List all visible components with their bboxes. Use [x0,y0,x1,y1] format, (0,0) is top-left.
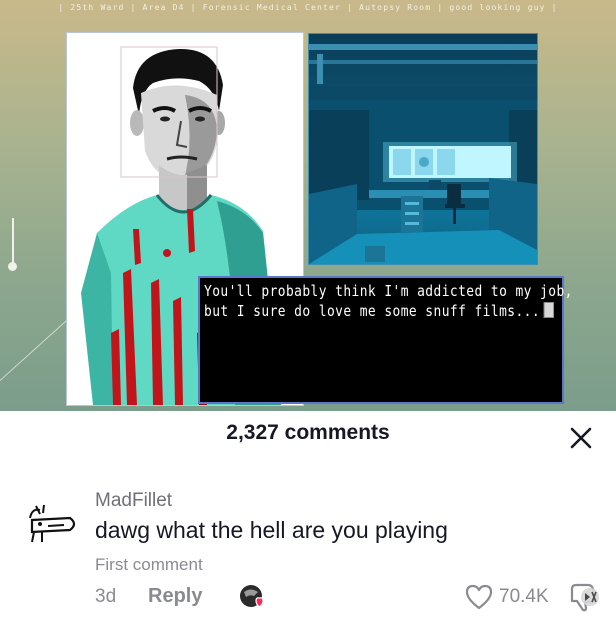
heart-outline-icon [465,584,493,610]
location-separator: | [58,3,65,12]
text-advance-cursor [543,302,554,318]
comment-text: dawg what the hell are you playing [95,517,448,543]
dialogue-text: You'll probably think I'm addicted to my… [204,281,573,321]
autopsy-room-illustration [309,44,537,264]
autopsy-room-panel [308,33,538,265]
close-icon [570,427,592,449]
comment-username[interactable]: MadFillet [95,490,172,512]
location-separator: | [437,3,444,12]
location-separator: | [551,3,558,12]
like-count: 70.4K [499,586,549,607]
location-separator: | [190,3,197,12]
creator-liked-indicator [238,583,268,611]
dislike-icon [570,583,599,612]
dialogue-line-2: but I sure do love me some snuff films..… [204,301,554,321]
decorative-line [0,319,68,381]
location-room: Autopsy Room [359,3,432,12]
dialogue-line-1: You'll probably think I'm addicted to my… [204,282,573,300]
dialogue-box[interactable]: You'll probably think I'm addicted to my… [198,276,573,404]
reply-button[interactable]: Reply [148,585,202,608]
first-comment-badge: First comment [95,555,203,574]
location-ward: 25th Ward [70,3,125,12]
location-separator: | [130,3,137,12]
game-screenshot: | 25th Ward | Area D4 | Forensic Medical Cent… [0,0,616,411]
side-slider-track[interactable] [12,218,14,266]
close-button[interactable] [566,423,596,453]
comments-count-title: 2,327 comments [226,421,390,444]
comment-age: 3d [95,586,117,607]
location-character: good looking guy [449,3,546,12]
side-slider-knob[interactable] [8,262,17,271]
dislike-button[interactable] [566,581,600,613]
creator-liked-icon [240,585,264,608]
avatar-doodle-icon [29,504,76,543]
location-breadcrumb: | 25th Ward | Area D4 | Forensic Medical Cent… [0,3,616,12]
avatar[interactable] [22,496,78,552]
like-button[interactable] [464,582,494,612]
dialogue-line-2-text: but I sure do love me some snuff films..… [204,302,541,320]
location-separator: | [347,3,354,12]
location-area: Area D4 [142,3,185,12]
location-building: Forensic Medical Center [202,3,342,12]
comments-sheet: 2,327 comments MadFillet dawg what the h… [0,411,616,623]
